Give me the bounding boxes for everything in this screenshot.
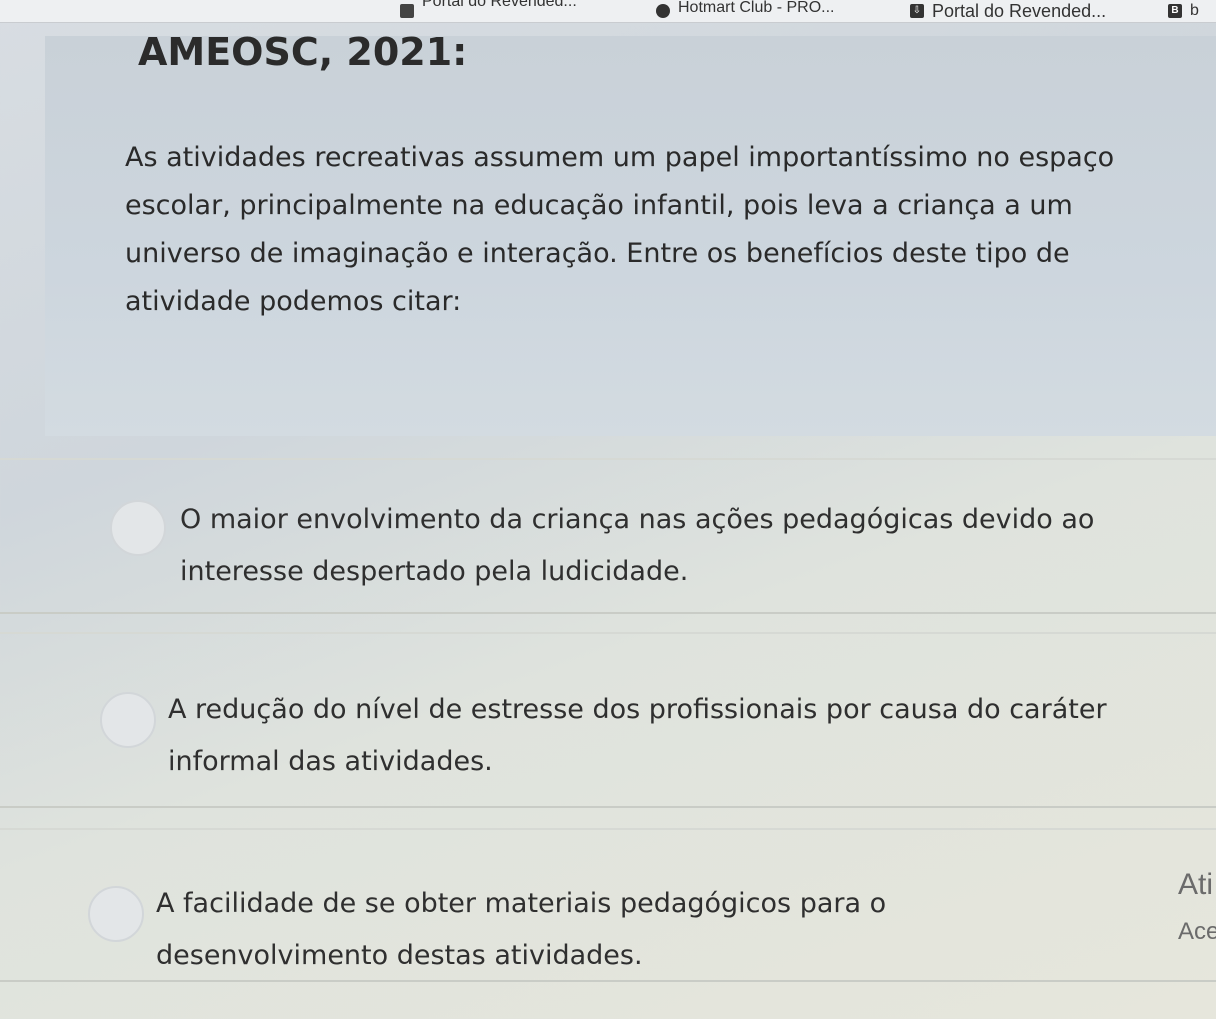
radio-button[interactable] — [100, 692, 156, 748]
question-text: As atividades recreativas assumem um pap… — [125, 142, 1115, 317]
option-text: O maior envolvimento da criança nas açõe… — [180, 504, 1095, 587]
bookmarks-bar: Portal do Revended... Hotmart Club - PRO… — [0, 0, 1216, 23]
bookmark-hotmart[interactable]: Hotmart Club - PRO... — [656, 0, 834, 22]
divider — [0, 828, 1216, 830]
divider — [0, 458, 1216, 460]
bookmark-icon — [400, 4, 414, 18]
answer-option-a[interactable]: O maior envolvimento da criança nas açõe… — [0, 470, 1216, 630]
answer-option-c[interactable]: A facilidade de se obter materiais pedag… — [0, 856, 1216, 1016]
radio-button[interactable] — [110, 500, 166, 556]
bookmark-b[interactable]: B b — [1168, 0, 1199, 22]
divider — [0, 632, 1216, 634]
answer-option-b[interactable]: A redução do nível de estresse dos profi… — [0, 660, 1216, 820]
bookmark-label: Portal do Revended... — [932, 0, 1107, 21]
radio-button[interactable] — [88, 886, 144, 942]
bookmark-label: b — [1190, 2, 1199, 19]
option-text: A redução do nível de estresse dos profi… — [168, 694, 1107, 777]
question-title: AMEOSC, 2021: — [138, 30, 468, 74]
b-icon: B — [1168, 4, 1182, 18]
side-panel-subtitle: Ace — [1178, 918, 1216, 945]
bookmark-label: Portal do Revended... — [422, 0, 577, 10]
bookmark-label: Hotmart Club - PRO... — [678, 0, 835, 16]
side-panel-title: Ati — [1178, 868, 1214, 901]
divider — [0, 806, 1216, 808]
divider — [0, 980, 1216, 982]
bookmark-portal-1[interactable]: Portal do Revended... — [400, 0, 577, 22]
option-text: A facilidade de se obter materiais pedag… — [156, 888, 887, 971]
divider — [0, 612, 1216, 614]
bookmark-portal-2[interactable]: ⇩ Portal do Revended... — [910, 0, 1106, 22]
download-icon: ⇩ — [910, 4, 924, 18]
hotmart-icon — [656, 4, 670, 18]
